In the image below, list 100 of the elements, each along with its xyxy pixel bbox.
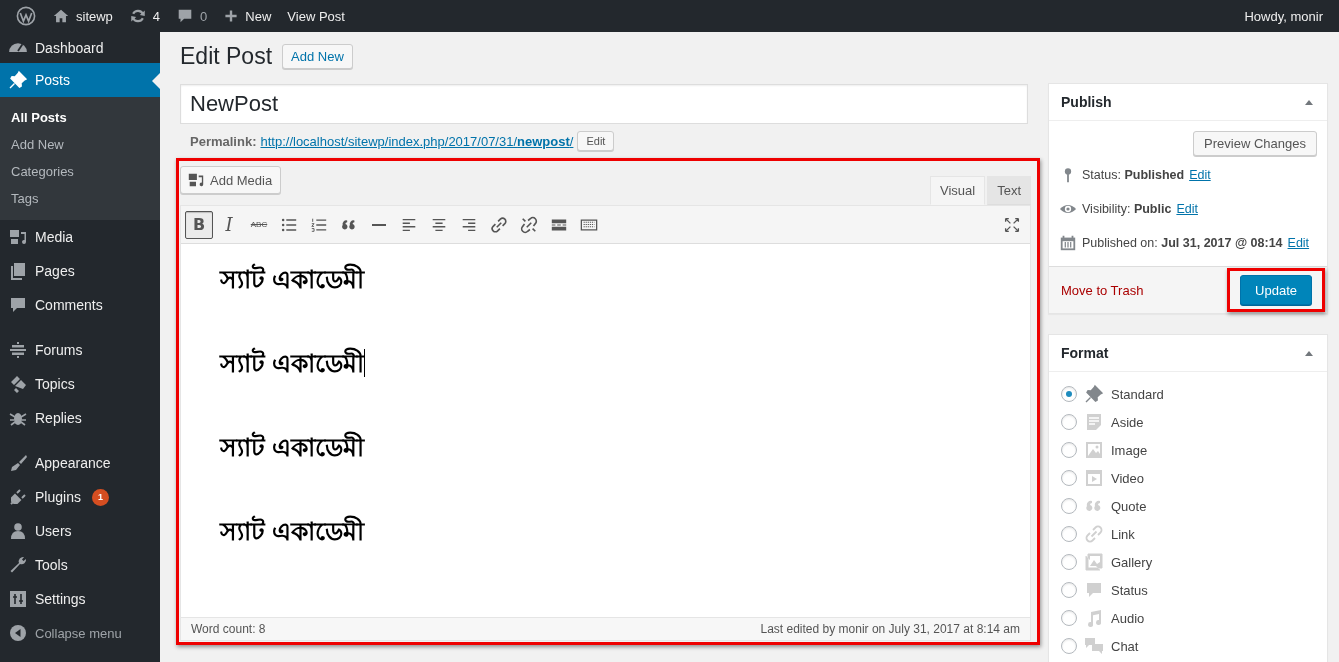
word-count: Word count: 8 xyxy=(191,622,266,636)
radio-button[interactable] xyxy=(1061,442,1077,458)
sidebar-item[interactable]: Replies xyxy=(0,401,160,435)
chat-icon xyxy=(1084,636,1104,656)
radio-button[interactable] xyxy=(1061,414,1077,430)
add-media-button[interactable]: Add Media xyxy=(180,166,282,194)
permalink-link[interactable]: http://localhost/sitewp/index.php/2017/07/31/newpost/ xyxy=(260,133,574,149)
format-label: Status xyxy=(1111,582,1148,598)
last-edited-text: Last edited by monir on July 31, 2017 at 8:14 am xyxy=(760,622,1020,636)
publish-info-text: Visibility: Public xyxy=(1082,202,1172,216)
sidebar-item[interactable]: Users xyxy=(0,514,160,548)
updates-link[interactable]: 4 xyxy=(120,0,169,32)
format-label: Video xyxy=(1111,470,1144,486)
link-icon xyxy=(490,215,508,234)
sliders-icon xyxy=(8,589,28,609)
video-icon xyxy=(1084,468,1104,488)
submenu-item[interactable]: Categories xyxy=(0,158,160,185)
sidebar-item[interactable]: Comments xyxy=(0,288,160,322)
format-label: Quote xyxy=(1111,498,1147,514)
home-icon xyxy=(52,7,70,25)
format-label: Gallery xyxy=(1111,554,1153,570)
collapse-icon xyxy=(8,623,28,643)
link-icon xyxy=(1084,524,1104,544)
editor-tab[interactable]: Text xyxy=(987,176,1031,205)
submenu-item[interactable]: Tags xyxy=(0,185,160,212)
sidebar-item[interactable]: Plugins 1 xyxy=(0,480,160,514)
media-icon xyxy=(8,227,28,247)
speech-bubble-icon xyxy=(8,295,28,315)
sidebar-item[interactable]: Settings xyxy=(0,582,160,616)
stacked-lines-icon xyxy=(8,340,28,360)
add-new-button[interactable]: Add New xyxy=(282,43,353,69)
new-link[interactable]: New xyxy=(215,0,280,32)
radio-button[interactable] xyxy=(1061,610,1077,626)
toolbar-button[interactable]: I xyxy=(215,210,243,239)
edit-link[interactable]: Edit xyxy=(1189,168,1211,182)
preview-changes-button[interactable]: Preview Changes xyxy=(1193,131,1317,156)
plug-icon xyxy=(8,487,28,507)
pushpin-icon xyxy=(8,70,28,90)
radio-button[interactable] xyxy=(1061,554,1077,570)
collapse-arrow-icon[interactable] xyxy=(1303,98,1315,106)
toolbar-button[interactable]: B xyxy=(185,210,213,239)
title-field[interactable]: NewPost xyxy=(180,84,1028,124)
document-icon xyxy=(1084,412,1104,432)
sidebar-item[interactable]: Posts xyxy=(0,63,160,97)
format-label: Audio xyxy=(1111,610,1145,626)
pushpin-icon xyxy=(1084,384,1104,404)
gauge-icon xyxy=(8,41,28,54)
panel-title: Publish xyxy=(1061,94,1112,110)
comments-link[interactable]: 0 xyxy=(168,0,216,32)
radio-button[interactable] xyxy=(1061,498,1077,514)
speech-bubble-icon xyxy=(1084,580,1104,600)
radio-button[interactable] xyxy=(1061,638,1077,654)
submenu-item[interactable]: Add New xyxy=(0,131,160,158)
sidebar-item[interactable]: Tools xyxy=(0,548,160,582)
format-label: Image xyxy=(1111,442,1148,458)
sidebar-item[interactable]: Forums xyxy=(0,333,160,367)
media-icon xyxy=(187,171,205,189)
person-icon xyxy=(8,521,28,541)
format-label: Link xyxy=(1111,526,1135,542)
sidebar-item[interactable]: Appearance xyxy=(0,446,160,480)
collapse-arrow-icon[interactable] xyxy=(1303,349,1315,357)
format-label: Chat xyxy=(1111,638,1139,654)
radio-button[interactable] xyxy=(1061,470,1077,486)
format-label: Aside xyxy=(1111,414,1144,430)
sidebar-item[interactable]: Topics xyxy=(0,367,160,401)
sidebar-item[interactable]: Pages xyxy=(0,254,160,288)
paragraph-text: স্যাট একাডেমী xyxy=(220,514,364,547)
plus-icon xyxy=(223,8,240,24)
gallery-icon xyxy=(1084,552,1104,572)
unlink-icon xyxy=(520,215,538,234)
paragraph-text: স্যাট একাডেমী xyxy=(220,346,364,379)
radio-button[interactable] xyxy=(1061,582,1077,598)
pages-icon xyxy=(8,261,28,281)
sidebar-item[interactable]: Dashboard xyxy=(0,32,160,63)
site-name-link[interactable]: sitewp xyxy=(44,0,121,32)
image-icon xyxy=(1084,440,1104,460)
refresh-icon xyxy=(128,7,147,25)
paragraph-text: স্যাট একাডেমী xyxy=(220,262,364,295)
radio-button[interactable] xyxy=(1061,526,1077,542)
count-badge: 1 xyxy=(91,488,109,506)
view-post-link[interactable]: View Post xyxy=(279,0,353,32)
publish-info-text: Status: Published xyxy=(1082,168,1185,182)
edit-link[interactable]: Edit xyxy=(1287,236,1310,250)
radio-button[interactable] xyxy=(1061,386,1077,402)
submenu-item[interactable]: All Posts xyxy=(0,104,160,131)
page-heading: Edit Post xyxy=(180,42,273,70)
toolbar-button[interactable]: ABC xyxy=(245,210,273,239)
greeting-link[interactable]: Howdy, monir xyxy=(1236,0,1331,32)
update-button[interactable]: Update xyxy=(1240,275,1312,305)
panel-title: Format xyxy=(1061,345,1109,361)
calendar-icon xyxy=(1059,234,1077,252)
edit-link[interactable]: Edit xyxy=(1176,202,1198,216)
editor-tab[interactable]: Visual xyxy=(929,176,986,205)
move-to-trash-link[interactable]: Move to Trash xyxy=(1061,282,1144,298)
publish-info-text: Published on: Jul 31, 2017 @ 08:14 xyxy=(1082,236,1283,250)
sidebar-item[interactable]: Media xyxy=(0,220,160,254)
horizontal-line-icon xyxy=(372,222,386,227)
permalink-label: Permalink: xyxy=(190,133,257,149)
collapse-menu-button[interactable]: Collapse menu xyxy=(0,616,160,650)
edit-permalink-button[interactable]: Edit xyxy=(577,131,615,151)
